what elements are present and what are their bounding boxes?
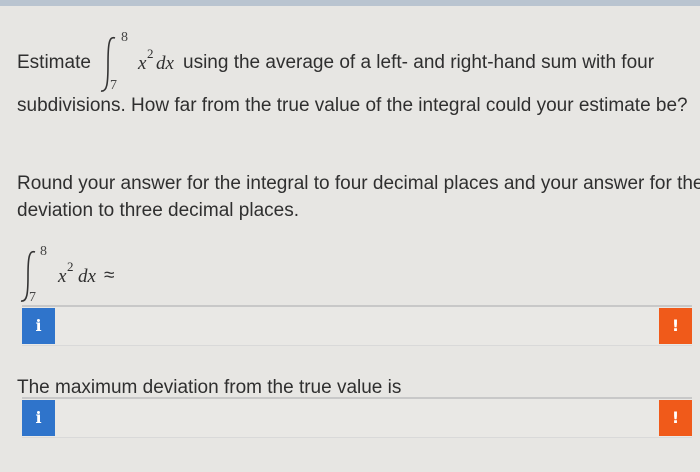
integral-upper-limit: 8 xyxy=(121,30,128,45)
integral-answer-row: i ! xyxy=(22,305,692,346)
deviation-label: The maximum deviation from the true valu… xyxy=(17,377,402,398)
instructions-line1: Round your answer for the integral to fo… xyxy=(17,173,700,194)
deviation-answer-input[interactable] xyxy=(60,401,652,435)
integrand-exponent: 2 xyxy=(147,46,154,61)
deviation-answer-row: i ! xyxy=(22,397,692,438)
question-line1-rest: using the average of a left- and right-h… xyxy=(183,52,655,73)
top-border xyxy=(0,0,700,6)
integrand-base: x xyxy=(138,53,147,74)
answer-integrand-base: x xyxy=(58,266,67,287)
exclamation-icon[interactable]: ! xyxy=(659,308,692,344)
instructions-line2: deviation to three decimal places. xyxy=(17,200,299,221)
approx-symbol: ≈ xyxy=(104,265,115,286)
exclamation-icon[interactable]: ! xyxy=(659,400,692,436)
integral-lower-limit: 7 xyxy=(110,78,117,93)
answer-integral-upper-limit: 8 xyxy=(40,244,47,259)
integral-answer-input[interactable] xyxy=(60,309,652,343)
answer-integrand-dx: dx xyxy=(78,266,96,287)
question-line2: subdivisions. How far from the true valu… xyxy=(17,95,688,116)
answer-integral-lower-limit: 7 xyxy=(29,290,36,305)
integrand-dx: dx xyxy=(156,53,174,74)
info-icon[interactable]: i xyxy=(22,400,55,436)
estimate-word: Estimate xyxy=(17,52,91,73)
answer-integrand-exponent: 2 xyxy=(67,259,74,274)
info-icon[interactable]: i xyxy=(22,308,55,344)
